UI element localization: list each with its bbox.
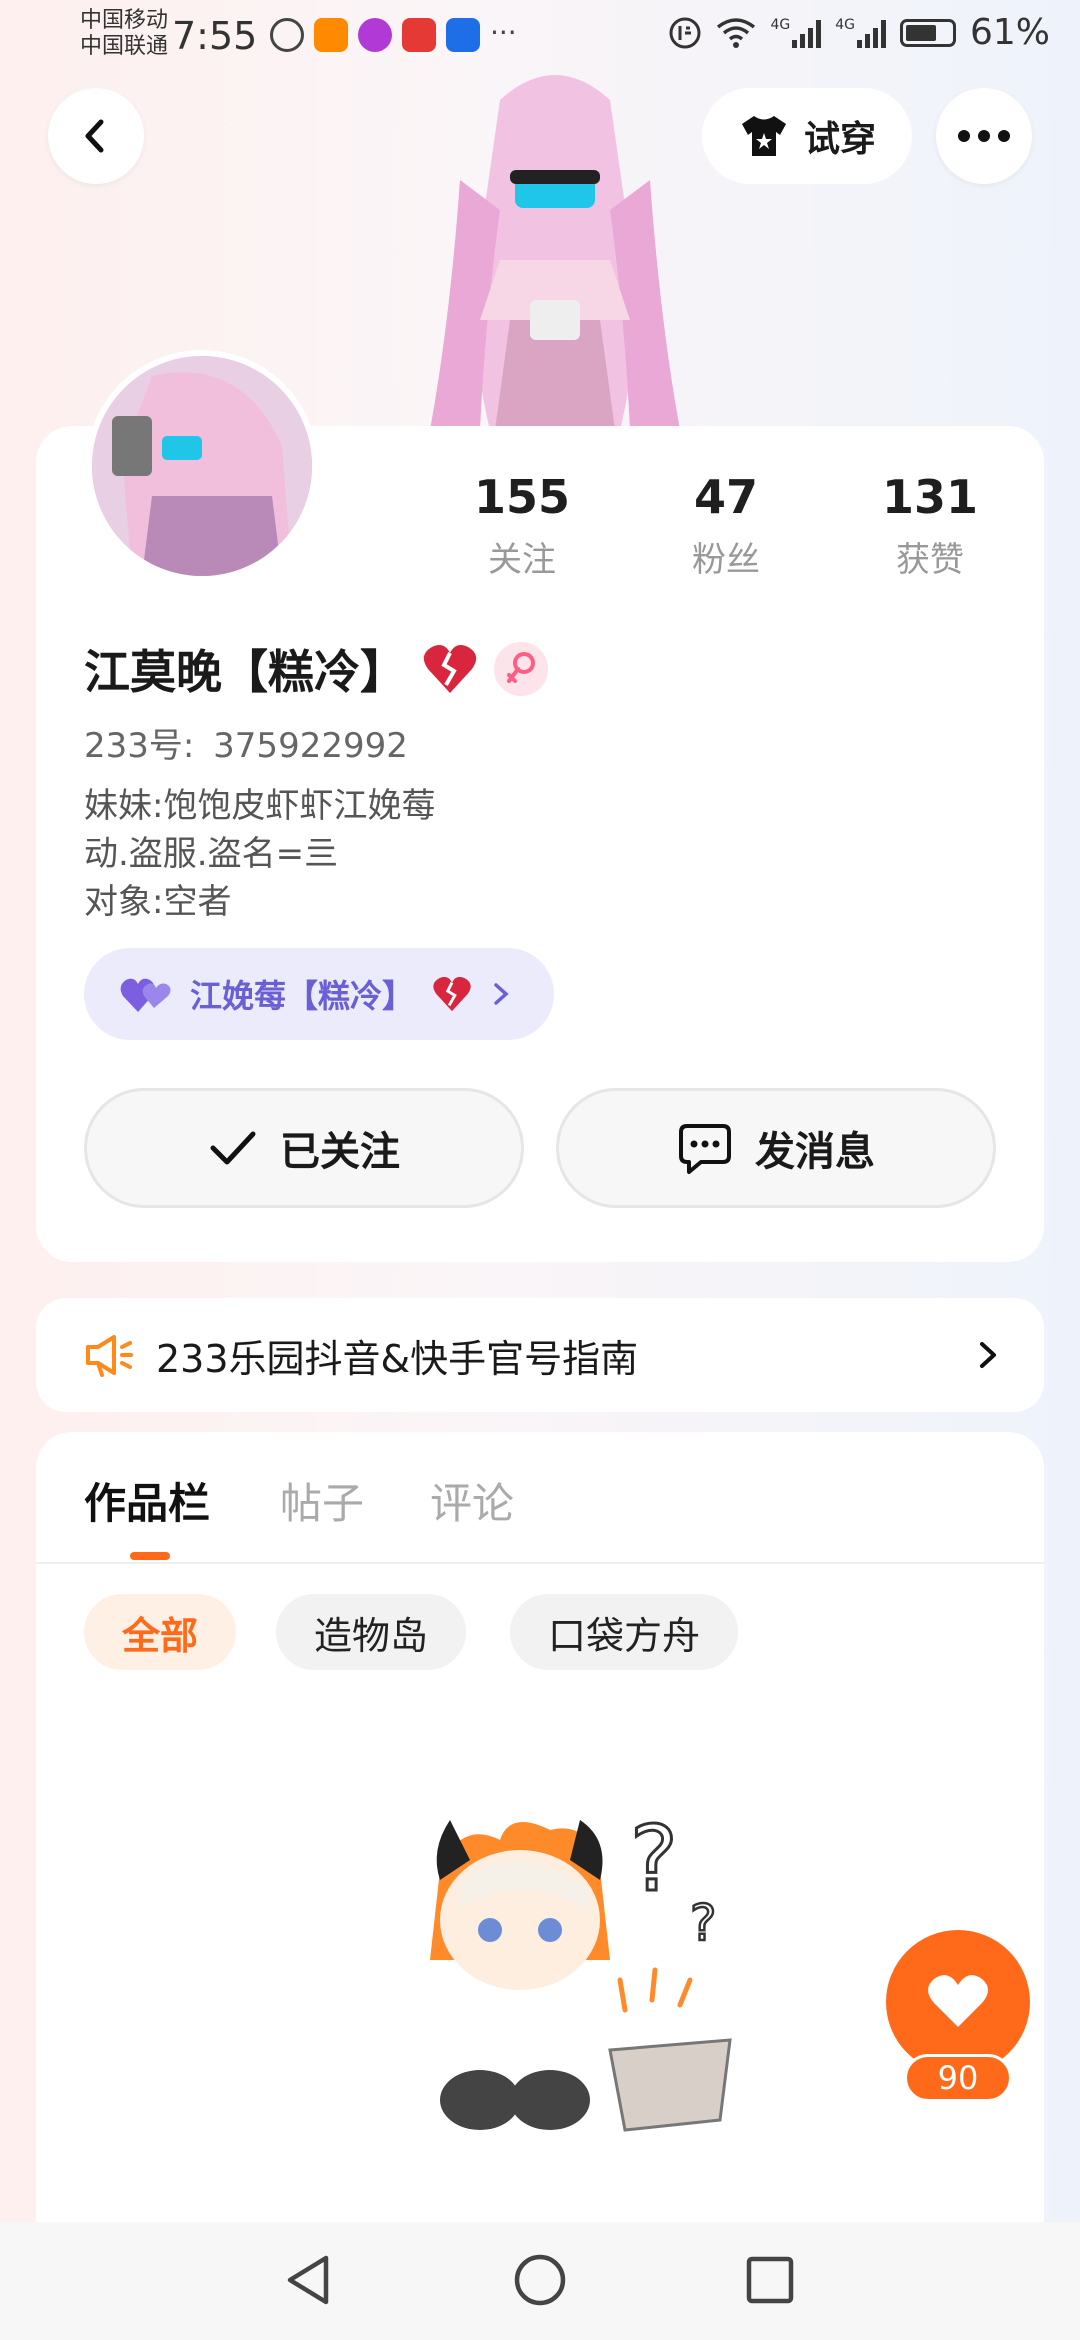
user-id: 233号: 375922992 [84, 718, 408, 767]
following-count: 155 [473, 470, 571, 524]
more-notifications: ··· [490, 16, 517, 49]
avatar[interactable] [86, 350, 318, 582]
broken-heart-icon [423, 645, 477, 693]
heart-icon [928, 1975, 988, 2027]
avatar-image [92, 356, 312, 576]
nav-home-icon[interactable] [512, 2252, 568, 2308]
message-button[interactable]: 发消息 [556, 1088, 996, 1208]
relation-tag[interactable]: 江娩莓【糕冷】 [84, 948, 554, 1040]
profile-name: 江莫晚【糕冷】 [84, 645, 406, 699]
svg-text:?: ? [690, 1894, 717, 1952]
likes-label: 获赞 [896, 540, 964, 580]
notice-banner[interactable]: 233乐园抖音&快手官号指南 [36, 1298, 1044, 1412]
fans-stat[interactable]: 47 粉丝 [646, 470, 806, 581]
system-navigation-bar [0, 2222, 1080, 2340]
battery-level: 61% [969, 12, 1050, 53]
hand-app-icon [270, 18, 304, 52]
back-button[interactable] [48, 88, 144, 184]
try-on-button[interactable]: 试穿 [702, 88, 912, 184]
female-icon [507, 652, 535, 683]
active-tab-indicator [130, 1552, 170, 1560]
user-id-label: 233号: [84, 726, 195, 766]
bio-line: 妹妹:饱饱皮虾虾江娩莓 [84, 786, 436, 826]
chevron-left-icon [85, 119, 104, 153]
bio-line: 动.盗服.盗名=亖 [84, 834, 339, 874]
couple-hearts-icon [120, 978, 171, 1012]
chip-all[interactable]: 全部 [84, 1594, 237, 1670]
follow-button[interactable]: 已关注 [84, 1088, 524, 1208]
user-id-value: 375922992 [213, 726, 408, 766]
follow-label: 已关注 [280, 1129, 400, 1175]
chat-icon [679, 1124, 731, 1174]
following-label: 关注 [488, 540, 556, 580]
tab-divider [36, 1562, 1044, 1564]
bio: 妹妹:饱饱皮虾虾江娩莓 动.盗服.盗名=亖 对象:空者 [84, 782, 435, 926]
fans-label: 粉丝 [692, 540, 760, 580]
like-button[interactable] [886, 1930, 1030, 2074]
likes-count: 131 [881, 470, 979, 524]
chevron-right-icon [494, 983, 509, 1005]
like-count: 90 [904, 2054, 1012, 2102]
signal-2-icon: 4G [835, 18, 886, 48]
empty-state-illustration: ? ? [430, 1806, 732, 2132]
data-saver-icon [669, 17, 701, 48]
bio-line: 对象:空者 [84, 882, 232, 922]
network-type-1: 4G [770, 16, 791, 33]
clock: 7:55 [172, 14, 258, 58]
relation-tag-label: 江娩莓【糕冷】 [190, 977, 415, 1015]
network-type-2: 4G [835, 16, 855, 33]
carrier-1: 中国移动 [80, 8, 169, 33]
carrier-info: 中国移动 中国联通 [80, 8, 168, 60]
play-app-icon [314, 18, 348, 52]
notice-text: 233乐园抖音&快手官号指南 [156, 1336, 639, 1381]
nav-back-icon[interactable] [282, 2252, 336, 2308]
tab-comments[interactable]: 评论 [430, 1470, 514, 1531]
avatar-character-image [430, 75, 680, 430]
signal-1-icon: 4G [770, 16, 822, 48]
more-button[interactable] [936, 88, 1032, 184]
wifi-icon [717, 17, 756, 48]
tshirt-icon [741, 116, 786, 156]
likes-stat[interactable]: 131 获赞 [850, 470, 1010, 581]
following-stat[interactable]: 155 关注 [442, 470, 602, 581]
chip-creation-island[interactable]: 造物岛 [276, 1594, 467, 1670]
chevron-right-icon [980, 1342, 996, 1368]
nav-recents-icon[interactable] [744, 2254, 796, 2306]
profile-name-row: 江莫晚【糕冷】 [84, 636, 548, 702]
bulb-app-icon [446, 18, 480, 52]
svg-text:?: ? [630, 1807, 678, 1912]
more-horizontal-icon [958, 130, 1010, 142]
battery-icon [899, 18, 956, 47]
female-gender-badge [494, 642, 548, 696]
tab-posts[interactable]: 帖子 [280, 1470, 364, 1531]
fans-count: 47 [693, 470, 758, 524]
tab-works[interactable]: 作品栏 [84, 1470, 210, 1531]
try-on-label: 试穿 [803, 119, 876, 160]
message-label: 发消息 [755, 1129, 875, 1175]
check-icon [210, 1131, 256, 1165]
chip-pocket-ark[interactable]: 口袋方舟 [510, 1594, 739, 1670]
broken-heart-icon [433, 976, 471, 1012]
music-app-icon [358, 18, 392, 52]
carrier-2: 中国联通 [80, 34, 169, 59]
megaphone-icon [86, 1335, 133, 1377]
book-app-icon [402, 18, 436, 52]
notification-icons: ··· [270, 18, 517, 52]
system-status: 4G 4G 61% [668, 12, 1050, 53]
